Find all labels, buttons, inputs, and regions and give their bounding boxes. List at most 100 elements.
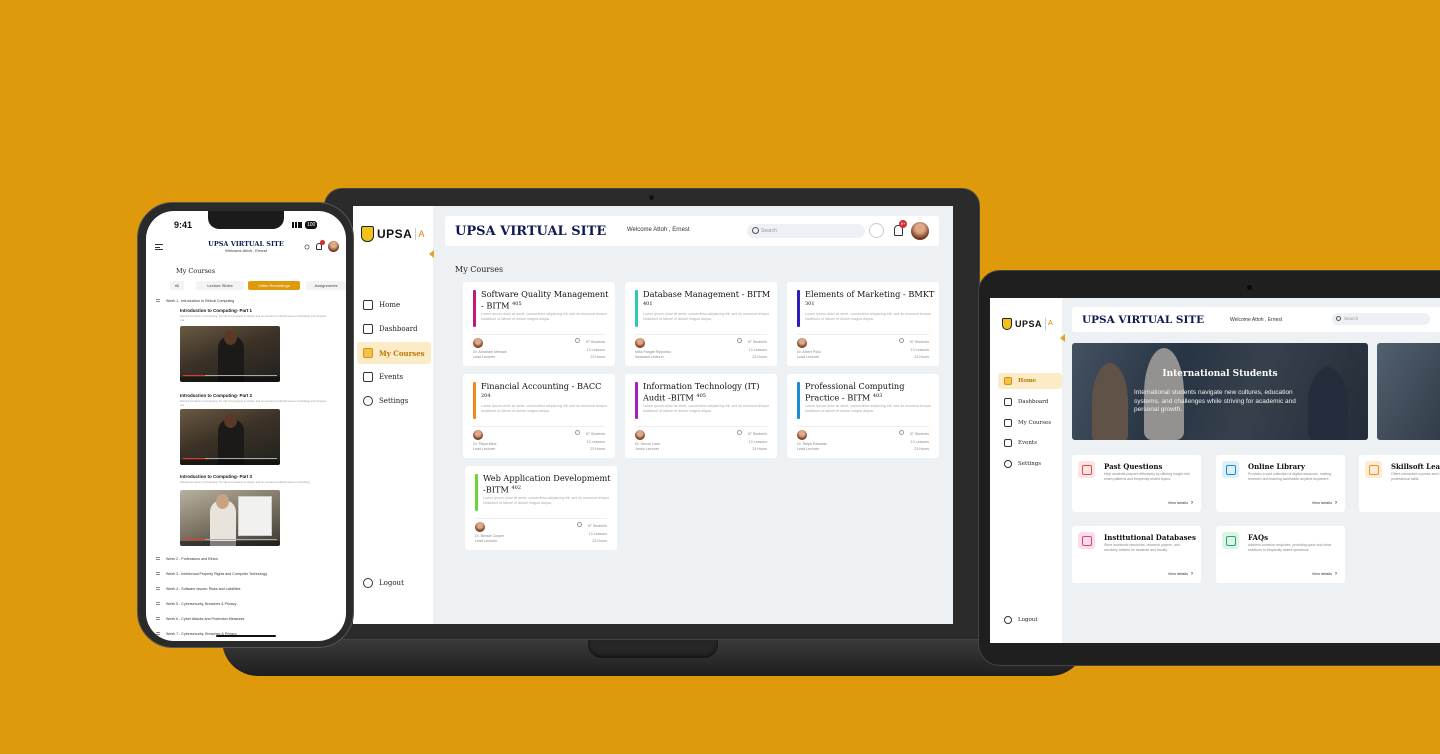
video-progress[interactable] [183, 458, 277, 459]
search-icon[interactable] [304, 244, 310, 250]
course-card[interactable]: Professional Computing Practice - BITM 4… [787, 374, 939, 458]
header: UPSA VIRTUAL SITE Welcome Attoh , Ernest… [1072, 307, 1440, 332]
video-player[interactable] [180, 409, 280, 465]
course-card[interactable]: Software Quality Management - BITM 405 Lo… [463, 282, 615, 366]
welcome-text: Welcome Attoh , Ernest [1230, 317, 1283, 323]
lesson-title: Introduction to Computing- Part 2 [180, 393, 252, 398]
week-row[interactable]: Week 5 - Cybersecurity, Breaches & Priva… [156, 602, 336, 606]
logout-button[interactable]: Logout [998, 612, 1062, 628]
sidebar-item-my-courses[interactable]: My Courses [357, 342, 431, 364]
sidebar-item-settings[interactable]: Settings [357, 390, 431, 412]
video-controls[interactable] [180, 377, 280, 382]
banner-description: International students navigate new cult… [1134, 389, 1296, 413]
resource-card[interactable]: Online Library Provides a vast collection… [1216, 455, 1345, 512]
course-color-bar [797, 382, 800, 419]
lecturer-role: Lead Lecturer [475, 539, 498, 543]
drag-handle-icon [156, 572, 160, 575]
course-description: Lorem ipsum dolor sit amet, consectetur … [805, 312, 932, 321]
phone-screen: 9:41 100 UPSA VIRTUAL SITE Welcome Attoh… [146, 211, 346, 641]
users-icon [736, 430, 742, 435]
courses-icon [1004, 419, 1012, 427]
video-controls[interactable] [180, 541, 280, 546]
week-row[interactable]: Week 6 - Cyber Attacks and Protection Me… [156, 617, 336, 621]
course-color-bar [635, 290, 638, 327]
resource-card[interactable]: FAQs Address common enquiries, providing … [1216, 526, 1345, 583]
resource-card[interactable]: Skillsoft LearnOffers interactive course… [1359, 455, 1440, 512]
logout-icon [363, 578, 373, 588]
logout-button[interactable]: Logout [357, 572, 431, 594]
sidebar-item-settings[interactable]: Settings [998, 456, 1062, 472]
video-controls[interactable] [180, 460, 280, 465]
lessons-count: 13 Lessons [586, 439, 605, 444]
lecturer-info: Dr. Pispa Mina Lead Lecturer [473, 442, 496, 452]
lecturer-role: Junior Lecturer [635, 447, 659, 451]
view-details-link[interactable]: View details › [1312, 571, 1337, 577]
sidebar-item-home[interactable]: Home [998, 373, 1062, 389]
avatar[interactable] [911, 222, 929, 240]
resource-card[interactable]: Institutional Databases Store academic re… [1072, 526, 1201, 583]
search-input[interactable]: Search [1332, 313, 1430, 325]
sidebar-item-my-courses[interactable]: My Courses [998, 415, 1062, 431]
phone-header: UPSA VIRTUAL SITE Welcome Attoh , Ernest [146, 235, 346, 259]
video-player[interactable] [180, 326, 280, 382]
sidebar-item-events[interactable]: Events [998, 435, 1062, 451]
tab-all[interactable]: All [170, 281, 184, 290]
logout-label: Logout [1018, 617, 1038, 623]
tab-video-recordings[interactable]: Video Recordings [248, 281, 300, 290]
laptop-mockup: UPSA A Home Dashboard My Courses Events … [324, 188, 980, 640]
view-details-link[interactable]: View details › [1168, 500, 1193, 506]
collapse-arrow-icon[interactable] [1060, 334, 1065, 342]
week-row[interactable]: Week 4 - Software Issues: Risks and Liab… [156, 587, 336, 591]
course-color-bar [473, 382, 476, 419]
tab-lecture-slides[interactable]: Lecture Slides [196, 281, 244, 290]
drag-handle-icon [156, 557, 160, 560]
resource-card[interactable]: Past Questions Help students prepare effe… [1072, 455, 1201, 512]
chevron-right-icon: › [1335, 500, 1337, 506]
course-card[interactable]: Web Application Developmemt -BITM 402 Lor… [465, 466, 617, 550]
video-player[interactable] [180, 490, 280, 546]
hero-banner-next[interactable] [1377, 343, 1440, 440]
signal-icon [292, 222, 302, 228]
notification-badge [320, 240, 325, 245]
view-details-label: View details [1167, 572, 1188, 576]
chevron-right-icon: › [1191, 571, 1193, 577]
sidebar-item-home[interactable]: Home [357, 294, 431, 316]
course-card[interactable]: Elements of Marketing - BMKT 301 Lorem ip… [787, 282, 939, 366]
week-row[interactable]: Week 3 - Intellectual Property Rights an… [156, 572, 336, 576]
resource-description: Address common enquiries, providing quic… [1248, 543, 1332, 552]
bell-icon[interactable]: 9+ [891, 220, 907, 238]
avatar[interactable] [328, 241, 339, 252]
lecturer-avatar [635, 338, 645, 348]
video-figure [224, 330, 237, 345]
week-row[interactable]: Week 2 - Professions and Ethics [156, 557, 336, 561]
theme-toggle-icon[interactable] [869, 223, 884, 238]
course-card[interactable]: Financial Accounting - BACC 204 Lorem ips… [463, 374, 615, 458]
view-details-label: View details [1167, 501, 1188, 505]
week-title: Week 5 - Cybersecurity, Breaches & Priva… [166, 602, 237, 606]
course-title: Information Technology (IT) Audit -BITM … [643, 381, 773, 403]
view-details-link[interactable]: View details › [1312, 500, 1337, 506]
course-card[interactable]: Database Management - BITM 401 Lorem ipsu… [625, 282, 777, 366]
tablet-screen: UPSA A Home Dashboard My Courses Events … [990, 298, 1440, 643]
collapse-arrow-icon[interactable] [429, 250, 434, 258]
tab-assignments[interactable]: Assignments [306, 281, 346, 290]
resource-icon [1078, 532, 1095, 549]
hero-banner[interactable]: International Students International stu… [1072, 343, 1368, 440]
lecturer-role: Lead Lecturer [797, 447, 820, 451]
students-count: 57 Students [747, 340, 767, 344]
lessons-count: 13 Lessons [748, 347, 767, 352]
lesson-title: Introduction to Computing- Part 3 [180, 474, 252, 479]
course-title: Database Management - BITM 401 [643, 289, 773, 311]
sidebar-item-dashboard[interactable]: Dashboard [998, 394, 1062, 410]
course-card[interactable]: Information Technology (IT) Audit -BITM … [625, 374, 777, 458]
view-details-link[interactable]: View details › [1168, 571, 1193, 577]
sidebar-item-events[interactable]: Events [357, 366, 431, 388]
lecturer-role: Assistant Lecturer [635, 355, 664, 359]
video-progress[interactable] [183, 539, 277, 540]
sidebar-item-label: My Courses [379, 348, 425, 358]
video-progress[interactable] [183, 375, 277, 376]
search-input[interactable]: Search [747, 224, 865, 238]
week-row[interactable]: Week 1 - Introduction to Ethical Computi… [156, 299, 336, 303]
sidebar-item-dashboard[interactable]: Dashboard [357, 318, 431, 340]
students-count: 57 Students [585, 432, 605, 436]
